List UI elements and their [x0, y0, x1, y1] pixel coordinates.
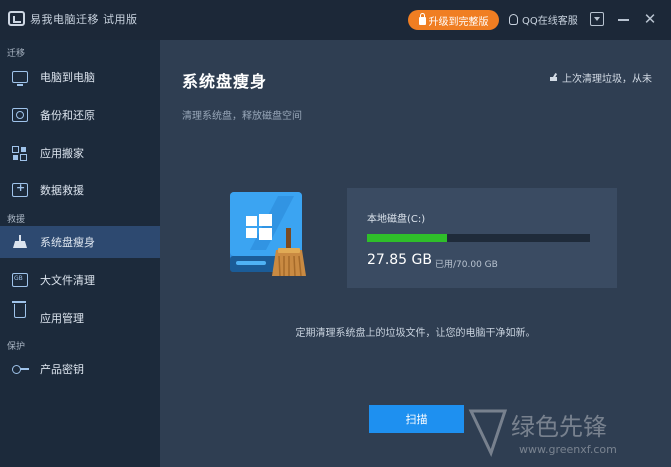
sidebar-item-data-rescue[interactable]: 数据救援	[0, 174, 160, 206]
sidebar-item-label: 产品密钥	[40, 363, 84, 376]
upgrade-button[interactable]: 升级到完整版	[408, 10, 499, 30]
sidebar-item-backup-restore[interactable]: 备份和还原	[0, 99, 160, 131]
disk-card: 本地磁盘(C:) 27.85 GB 已用/70.00 GB	[347, 188, 617, 288]
qq-support-link[interactable]: QQ在线客服	[509, 12, 578, 27]
upgrade-label: 升级到完整版	[428, 16, 489, 28]
group-label-migrate: 迁移	[7, 49, 26, 59]
sidebar-item-label: 数据救援	[40, 184, 84, 197]
sidebar-item-system-slim[interactable]: 系统盘瘦身	[0, 226, 160, 258]
sidebar-item-label: 应用搬家	[40, 147, 84, 160]
scan-button[interactable]: 扫描	[369, 405, 464, 433]
qq-icon	[509, 14, 518, 25]
sidebar-item-pc-to-pc[interactable]: 电脑到电脑	[0, 61, 160, 93]
broom-icon	[12, 235, 30, 249]
sidebar-item-label: 系统盘瘦身	[40, 236, 95, 249]
sidebar-item-label: 应用管理	[40, 312, 84, 325]
sidebar-item-large-file-cleanup[interactable]: 大文件清理	[0, 264, 160, 296]
sidebar: 迁移 电脑到电脑 备份和还原 应用搬家 数据救援 救援 系统盘瘦身 大文件清理 …	[0, 40, 160, 467]
lock-icon	[418, 13, 426, 25]
main-panel: 系统盘瘦身 清理系统盘，释放磁盘空间 上次清理垃圾，从未 本地磁盘(C:) 27…	[160, 40, 671, 467]
last-clean-label: 上次清理垃圾，从未	[562, 74, 652, 85]
rescue-icon	[12, 181, 28, 197]
apps-icon	[12, 146, 28, 161]
disk-used-size: 27.85 GB	[367, 252, 432, 268]
disk-usage-fill	[367, 234, 448, 242]
disk-total-size: 已用/70.00 GB	[435, 260, 498, 270]
minimize-icon[interactable]	[617, 12, 631, 26]
disk-drive-icon	[230, 192, 306, 277]
broom-small-icon	[550, 73, 559, 82]
sidebar-item-label: 备份和还原	[40, 109, 95, 122]
sidebar-item-label: 电脑到电脑	[40, 71, 95, 84]
group-label-rescue: 救援	[7, 215, 26, 225]
app-title: 易我电脑迁移 试用版	[30, 13, 138, 26]
close-icon[interactable]: ✕	[643, 12, 657, 27]
group-label-protect: 保护	[7, 342, 26, 352]
sidebar-item-app-management[interactable]: 应用管理	[0, 301, 160, 334]
page-subtitle: 清理系统盘，释放磁盘空间	[182, 111, 302, 122]
watermark-logo: 绿色先锋 www.greenxf.com	[468, 409, 617, 458]
sidebar-item-label: 大文件清理	[40, 274, 95, 287]
last-clean-status: 上次清理垃圾，从未	[550, 70, 652, 85]
big-file-icon	[12, 273, 28, 287]
key-icon	[12, 362, 30, 376]
page-title: 系统盘瘦身	[182, 72, 268, 91]
backup-icon	[12, 108, 28, 122]
disk-usage-bar	[367, 234, 590, 242]
menu-dropdown-icon[interactable]	[590, 12, 604, 26]
title-bar: 易我电脑迁移 试用版 升级到完整版 QQ在线客服 ✕	[0, 0, 671, 40]
qq-support-label: QQ在线客服	[522, 16, 578, 27]
app-logo-icon	[8, 11, 25, 26]
hint-text: 定期清理系统盘上的垃圾文件，让您的电脑干净如新。	[295, 328, 536, 339]
trash-icon	[12, 301, 26, 318]
watermark-text: 绿色先锋	[511, 413, 607, 441]
sidebar-item-app-migration[interactable]: 应用搬家	[0, 137, 160, 169]
disk-name: 本地磁盘(C:)	[367, 214, 426, 225]
monitor-icon	[12, 71, 28, 86]
watermark-url: www.greenxf.com	[519, 443, 617, 456]
sidebar-item-product-key[interactable]: 产品密钥	[0, 353, 160, 385]
